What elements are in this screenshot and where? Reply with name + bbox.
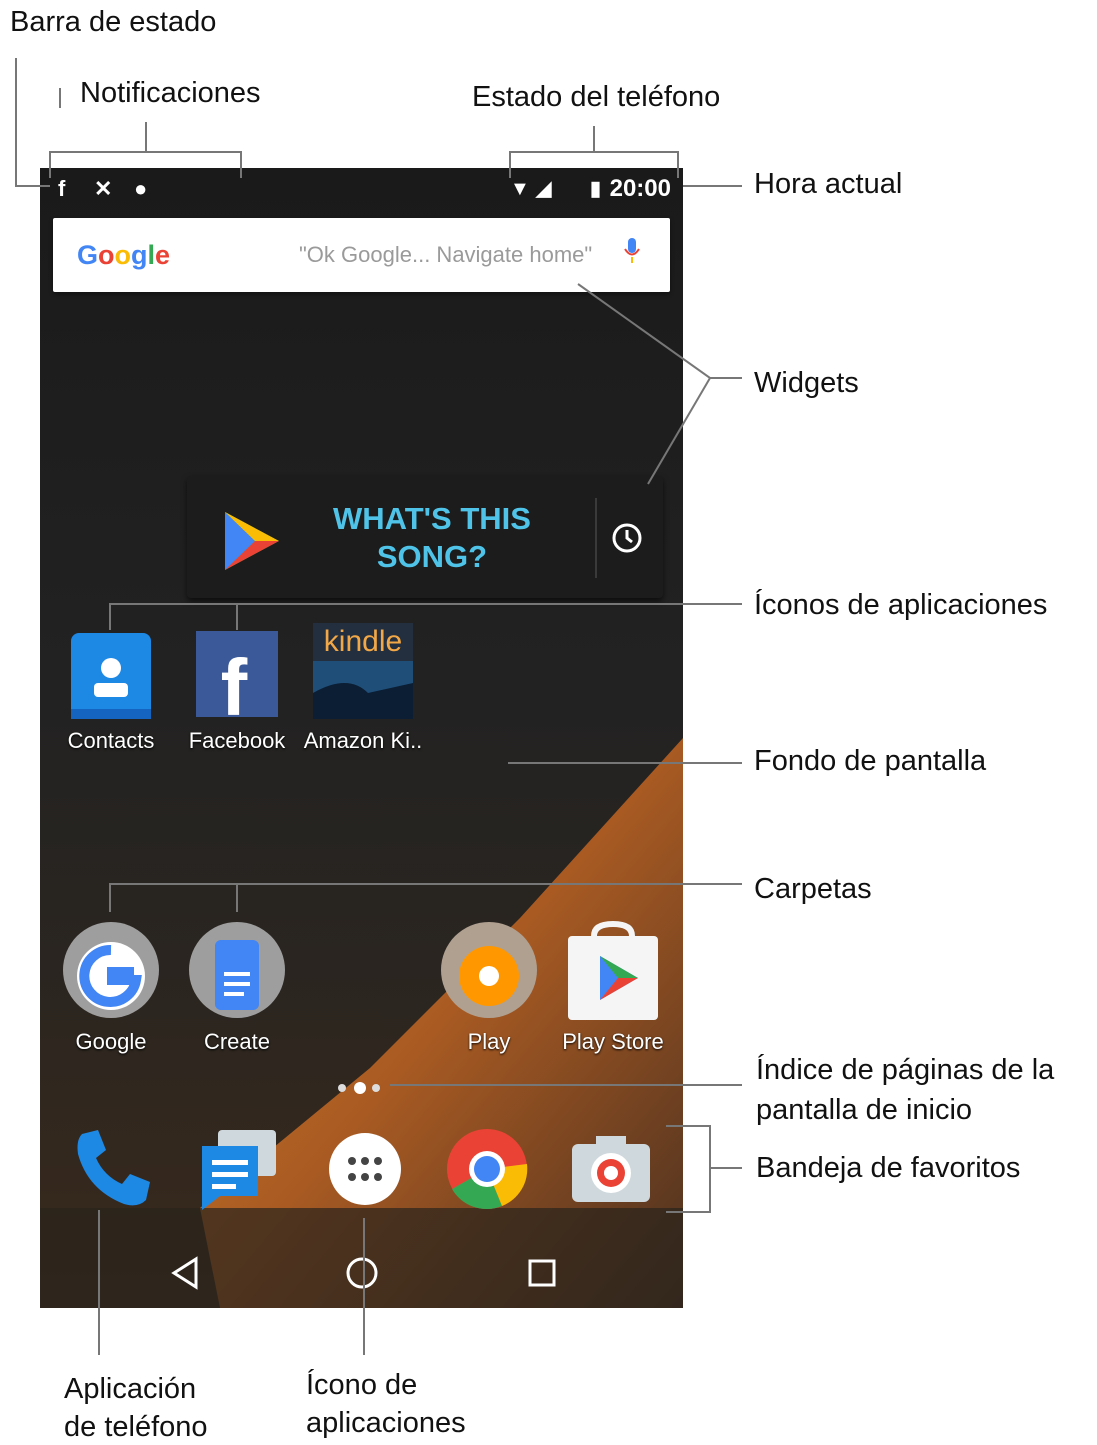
app-label: Amazon Ki..	[303, 728, 423, 753]
search-hint: "Ok Google... Navigate home"	[299, 242, 593, 267]
song-widget-text: WHAT'S THIS SONG?	[297, 500, 567, 576]
google-folder[interactable]: Google	[56, 920, 166, 1060]
label-widgets: Widgets	[754, 367, 859, 399]
mic-icon[interactable]	[624, 238, 640, 264]
svg-text:f: f	[221, 643, 248, 723]
app-label: Create	[203, 1029, 271, 1054]
app-label: Play	[467, 1029, 511, 1054]
song-widget-line1: WHAT'S THIS	[333, 501, 531, 536]
song-widget[interactable]: WHAT'S THIS SONG?	[187, 476, 663, 598]
song-widget-line2: SONG?	[376, 539, 488, 574]
google-logo-letter: o	[98, 240, 115, 270]
label-current-time: Hora actual	[754, 168, 903, 200]
kindle-logo-text: kindle	[323, 625, 403, 658]
status-time: 20:00	[609, 175, 671, 202]
battery-icon: ▮	[590, 178, 602, 200]
label-phone-app-line2: de teléfono	[64, 1411, 208, 1443]
page-dot	[338, 1084, 346, 1092]
label-page-index-line1: Índice de páginas de la	[756, 1054, 1055, 1086]
recents-icon[interactable]	[522, 1253, 562, 1293]
label-wallpaper: Fondo de pantalla	[754, 745, 987, 777]
chrome-icon[interactable]	[442, 1124, 532, 1214]
google-search-widget[interactable]: Google "Ok Google... Navigate home"	[53, 218, 670, 292]
page-indicator	[338, 1080, 398, 1096]
label-notifications: Notificaciones	[80, 77, 261, 109]
label-phone-status: Estado del teléfono	[472, 81, 721, 113]
label-favorites-tray: Bandeja de favoritos	[756, 1152, 1021, 1184]
play-folder-icon	[441, 922, 537, 1018]
google-logo-letter: l	[147, 240, 156, 270]
google-logo-letter: o	[114, 240, 132, 270]
signal-icon: ◢	[536, 178, 552, 200]
google-logo-letter: e	[155, 240, 171, 270]
contacts-app[interactable]: Contacts	[56, 623, 166, 763]
page-dot-active	[354, 1082, 366, 1094]
label-status-bar: Barra de estado	[10, 6, 217, 38]
missed-call-icon: ✕	[94, 176, 113, 201]
google-folder-icon	[63, 922, 159, 1018]
google-logo-letter: g	[131, 240, 148, 270]
phone-screen: f ✕ ● ▼ ◢ ▮ 20:00 Google "Ok Google... N…	[40, 168, 683, 1308]
android-icon: ●	[134, 176, 148, 201]
contacts-icon	[71, 633, 151, 719]
app-drawer-icon[interactable]	[320, 1124, 410, 1214]
history-clock-icon[interactable]	[611, 522, 643, 554]
create-folder[interactable]: Create	[182, 920, 292, 1060]
play-store-icon	[568, 920, 658, 1020]
label-page-index-line2: pantalla de inicio	[756, 1094, 973, 1126]
play-store-app[interactable]: Play Store	[558, 920, 668, 1060]
app-label: Play Store	[562, 1029, 664, 1054]
phone-icon[interactable]	[68, 1124, 158, 1214]
app-label: Google	[75, 1029, 147, 1054]
status-bar: f ✕ ● ▼ ◢ ▮ 20:00	[40, 168, 683, 210]
app-label: Facebook	[188, 728, 286, 753]
label-app-icons: Íconos de aplicaciones	[754, 589, 1048, 621]
song-widget-divider	[595, 498, 597, 578]
create-folder-icon	[189, 922, 285, 1018]
camera-icon[interactable]	[566, 1124, 656, 1214]
wifi-icon: ▼	[510, 178, 530, 200]
label-apps-icon-line2: aplicaciones	[306, 1407, 466, 1439]
google-logo: Google	[77, 218, 170, 292]
label-folders: Carpetas	[754, 873, 872, 905]
home-icon[interactable]	[342, 1253, 382, 1293]
play-triangle-icon	[225, 512, 279, 570]
label-apps-icon-line1: Ícono de	[306, 1369, 418, 1401]
label-phone-app-line1: Aplicación	[64, 1373, 197, 1405]
messages-icon[interactable]	[194, 1124, 284, 1214]
facebook-icon: f	[196, 631, 278, 732]
page-dot	[372, 1084, 380, 1092]
google-logo-letter: G	[77, 240, 99, 270]
kindle-app[interactable]: kindle Amazon Ki..	[304, 623, 422, 763]
back-icon[interactable]	[166, 1253, 206, 1293]
facebook-notification-icon: f	[58, 176, 66, 201]
play-folder[interactable]: Play	[434, 920, 544, 1060]
facebook-app[interactable]: f Facebook	[182, 623, 292, 763]
app-label: Contacts	[67, 728, 155, 753]
